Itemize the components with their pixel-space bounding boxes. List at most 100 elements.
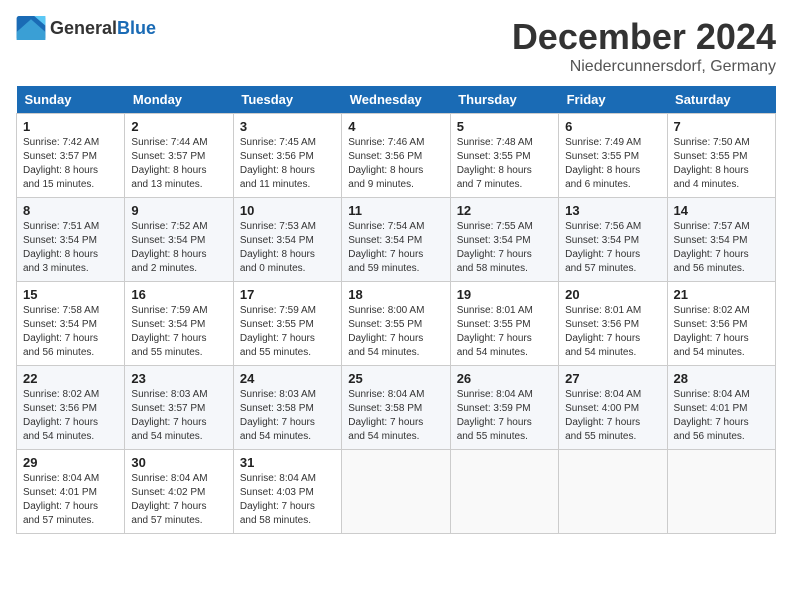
calendar-cell: 28 Sunrise: 8:04 AMSunset: 4:01 PMDayligh… [667,366,775,450]
day-info: Sunrise: 8:04 AMSunset: 4:01 PMDaylight:… [674,388,769,444]
calendar-week-row: 15 Sunrise: 7:58 AMSunset: 3:54 PMDayligh… [17,282,776,366]
calendar-cell: 2Sunrise: 7:44 AMSunset: 3:57 PMDaylight… [125,114,233,198]
calendar-week-row: 29Sunrise: 8:04 AMSunset: 4:01 PMDayligh… [17,450,776,534]
day-number: 9 [131,203,226,218]
calendar-cell: 3Sunrise: 7:45 AMSunset: 3:56 PMDaylight… [233,114,341,198]
logo-blue: Blue [117,18,156,38]
calendar-cell [450,450,558,534]
day-info: Sunrise: 7:54 AMSunset: 3:54 PMDaylight:… [348,220,443,276]
calendar-table: SundayMondayTuesdayWednesdayThursdayFrid… [16,86,776,534]
day-number: 11 [348,203,443,218]
day-info: Sunrise: 8:04 AMSunset: 4:02 PMDaylight:… [131,472,226,528]
day-number: 14 [674,203,769,218]
calendar-day-header: Monday [125,86,233,114]
day-number: 1 [23,119,118,134]
calendar-day-header: Sunday [17,86,125,114]
day-info: Sunrise: 8:02 AMSunset: 3:56 PMDaylight:… [674,304,769,360]
calendar-cell: 5Sunrise: 7:48 AMSunset: 3:55 PMDaylight… [450,114,558,198]
day-info: Sunrise: 8:04 AMSunset: 4:01 PMDaylight:… [23,472,118,528]
calendar-cell [559,450,667,534]
subtitle: Niedercunnersdorf, Germany [512,58,776,76]
calendar-cell: 7Sunrise: 7:50 AMSunset: 3:55 PMDaylight… [667,114,775,198]
day-number: 20 [565,287,660,302]
day-number: 22 [23,371,118,386]
calendar-cell: 30 Sunrise: 8:04 AMSunset: 4:02 PMDayligh… [125,450,233,534]
day-info: Sunrise: 8:01 AMSunset: 3:56 PMDaylight:… [565,304,660,360]
calendar-cell: 29Sunrise: 8:04 AMSunset: 4:01 PMDayligh… [17,450,125,534]
day-number: 8 [23,203,118,218]
day-number: 16 [131,287,226,302]
calendar-day-header: Tuesday [233,86,341,114]
calendar-week-row: 8 Sunrise: 7:51 AMSunset: 3:54 PMDaylight… [17,198,776,282]
title-section: December 2024 Niedercunnersdorf, Germany [512,16,776,76]
day-number: 21 [674,287,769,302]
calendar-header-row: SundayMondayTuesdayWednesdayThursdayFrid… [17,86,776,114]
calendar-cell: 27 Sunrise: 8:04 AMSunset: 4:00 PMDayligh… [559,366,667,450]
logo-icon [16,16,46,40]
calendar-cell: 24Sunrise: 8:03 AMSunset: 3:58 PMDayligh… [233,366,341,450]
day-info: Sunrise: 7:49 AMSunset: 3:55 PMDaylight:… [565,136,660,192]
day-info: Sunrise: 7:46 AMSunset: 3:56 PMDaylight:… [348,136,443,192]
day-number: 13 [565,203,660,218]
calendar-cell: 9 Sunrise: 7:52 AMSunset: 3:54 PMDaylight… [125,198,233,282]
calendar-day-header: Thursday [450,86,558,114]
day-info: Sunrise: 7:58 AMSunset: 3:54 PMDaylight:… [23,304,118,360]
day-number: 23 [131,371,226,386]
calendar-cell: 10 Sunrise: 7:53 AMSunset: 3:54 PMDayligh… [233,198,341,282]
day-info: Sunrise: 8:02 AMSunset: 3:56 PMDaylight:… [23,388,118,444]
calendar-cell: 12 Sunrise: 7:55 AMSunset: 3:54 PMDayligh… [450,198,558,282]
day-info: Sunrise: 7:55 AMSunset: 3:54 PMDaylight:… [457,220,552,276]
day-number: 25 [348,371,443,386]
calendar-cell: 13Sunrise: 7:56 AMSunset: 3:54 PMDayligh… [559,198,667,282]
day-number: 10 [240,203,335,218]
day-info: Sunrise: 7:51 AMSunset: 3:54 PMDaylight:… [23,220,118,276]
calendar-week-row: 22 Sunrise: 8:02 AMSunset: 3:56 PMDayligh… [17,366,776,450]
calendar-cell: 8 Sunrise: 7:51 AMSunset: 3:54 PMDaylight… [17,198,125,282]
logo-text: GeneralBlue [50,18,156,39]
day-number: 3 [240,119,335,134]
day-info: Sunrise: 8:00 AMSunset: 3:55 PMDaylight:… [348,304,443,360]
day-info: Sunrise: 7:42 AMSunset: 3:57 PMDaylight:… [23,136,118,192]
day-number: 27 [565,371,660,386]
day-number: 7 [674,119,769,134]
day-number: 28 [674,371,769,386]
day-info: Sunrise: 8:04 AMSunset: 3:59 PMDaylight:… [457,388,552,444]
day-info: Sunrise: 8:03 AMSunset: 3:58 PMDaylight:… [240,388,335,444]
header: GeneralBlue December 2024 Niedercunnersd… [16,16,776,76]
day-number: 26 [457,371,552,386]
day-info: Sunrise: 8:03 AMSunset: 3:57 PMDaylight:… [131,388,226,444]
calendar-cell: 4Sunrise: 7:46 AMSunset: 3:56 PMDaylight… [342,114,450,198]
day-info: Sunrise: 7:59 AMSunset: 3:54 PMDaylight:… [131,304,226,360]
day-number: 15 [23,287,118,302]
calendar-cell: 6 Sunrise: 7:49 AMSunset: 3:55 PMDaylight… [559,114,667,198]
calendar-cell: 23 Sunrise: 8:03 AMSunset: 3:57 PMDayligh… [125,366,233,450]
calendar-cell: 20 Sunrise: 8:01 AMSunset: 3:56 PMDayligh… [559,282,667,366]
calendar-cell: 11 Sunrise: 7:54 AMSunset: 3:54 PMDayligh… [342,198,450,282]
calendar-day-header: Friday [559,86,667,114]
calendar-week-row: 1 Sunrise: 7:42 AMSunset: 3:57 PMDaylight… [17,114,776,198]
calendar-cell: 21 Sunrise: 8:02 AMSunset: 3:56 PMDayligh… [667,282,775,366]
day-info: Sunrise: 7:53 AMSunset: 3:54 PMDaylight:… [240,220,335,276]
day-info: Sunrise: 8:04 AMSunset: 4:00 PMDaylight:… [565,388,660,444]
day-number: 31 [240,455,335,470]
main-title: December 2024 [512,16,776,58]
day-info: Sunrise: 7:59 AMSunset: 3:55 PMDaylight:… [240,304,335,360]
calendar-cell: 22 Sunrise: 8:02 AMSunset: 3:56 PMDayligh… [17,366,125,450]
day-info: Sunrise: 8:04 AMSunset: 3:58 PMDaylight:… [348,388,443,444]
calendar-cell [342,450,450,534]
day-info: Sunrise: 8:01 AMSunset: 3:55 PMDaylight:… [457,304,552,360]
logo-general: General [50,18,117,38]
day-number: 17 [240,287,335,302]
day-info: Sunrise: 7:44 AMSunset: 3:57 PMDaylight:… [131,136,226,192]
calendar-cell [667,450,775,534]
calendar-cell: 17 Sunrise: 7:59 AMSunset: 3:55 PMDayligh… [233,282,341,366]
day-number: 6 [565,119,660,134]
calendar-cell: 15 Sunrise: 7:58 AMSunset: 3:54 PMDayligh… [17,282,125,366]
calendar-cell: 19Sunrise: 8:01 AMSunset: 3:55 PMDayligh… [450,282,558,366]
calendar-cell: 1 Sunrise: 7:42 AMSunset: 3:57 PMDaylight… [17,114,125,198]
day-number: 12 [457,203,552,218]
calendar-body: 1 Sunrise: 7:42 AMSunset: 3:57 PMDaylight… [17,114,776,534]
calendar-cell: 31Sunrise: 8:04 AMSunset: 4:03 PMDayligh… [233,450,341,534]
day-info: Sunrise: 7:52 AMSunset: 3:54 PMDaylight:… [131,220,226,276]
day-number: 30 [131,455,226,470]
